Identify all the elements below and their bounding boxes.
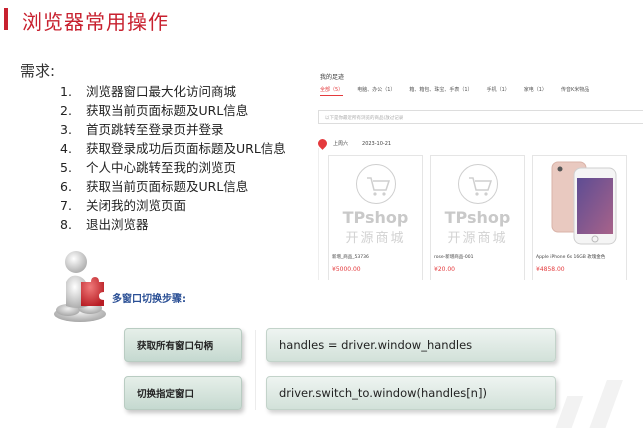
- product-card[interactable]: TPshop 开源商城 rose-新增商品-001 ¥20.00: [430, 155, 525, 280]
- product-price: ¥4858.00: [536, 266, 565, 273]
- tab-appliances[interactable]: 家电（1）: [524, 86, 547, 96]
- history-date-row: 上周六 2023-10-21: [316, 137, 392, 150]
- product-name[interactable]: 新增_商品_53736: [332, 254, 369, 260]
- shopping-cart-icon: [457, 164, 498, 204]
- product-image-placeholder: TPshop 开源商城: [431, 156, 524, 252]
- product-name[interactable]: rose-新增商品-001: [434, 254, 473, 260]
- list-item: 2. 获取当前页面标题及URL信息: [60, 103, 249, 118]
- list-item: 6. 获取当前页面标题及URL信息: [60, 179, 249, 194]
- tpshop-watermark-sub: 开源商城: [447, 231, 508, 246]
- list-item: 1. 浏览器窗口最大化访问商城: [60, 84, 237, 99]
- product-card[interactable]: Apple iPhone 6s 16GB 玫瑰金色 ¥4858.00: [532, 155, 627, 280]
- person-puzzle-illustration: [54, 251, 106, 322]
- shopping-cart-icon: [355, 164, 396, 204]
- tab-computer-office[interactable]: 电脑、办公（1）: [357, 86, 395, 96]
- list-item: 8. 退出浏览器: [60, 217, 149, 232]
- tpshop-watermark: TPshop: [342, 208, 409, 227]
- history-date: 2023-10-21: [362, 140, 392, 147]
- list-item: 4. 获取登录成功后页面标题及URL信息: [60, 141, 286, 156]
- page-title: 浏览器常用操作: [22, 10, 169, 34]
- iphone-image: [551, 161, 616, 245]
- requirements-label: 需求:: [20, 62, 56, 80]
- tpshop-watermark-sub: 开源商城: [345, 231, 406, 246]
- code-get-window-handles: handles = driver.window_handles: [266, 328, 556, 362]
- tab-bags-jewelry[interactable]: 箱、箱包、珠宝、手表（1）: [409, 86, 472, 96]
- product-name[interactable]: Apple iPhone 6s 16GB 玫瑰金色: [536, 254, 605, 260]
- history-search-input[interactable]: 以下是你最近所有浏览的商品(放过记录: [318, 110, 643, 124]
- decorative-stripe: [552, 396, 584, 428]
- history-day: 上周六: [333, 141, 349, 147]
- product-price: ¥20.00: [434, 266, 455, 273]
- title-accent-bar: [4, 8, 8, 30]
- list-item: 7. 关闭我的浏览页面: [60, 198, 187, 213]
- product-image-iphone: [533, 156, 626, 252]
- tab-phones[interactable]: 手机（1）: [487, 86, 510, 96]
- steps-title: 多窗口切换步骤:: [112, 294, 186, 305]
- tab-other[interactable]: 传音K米物品: [561, 86, 589, 96]
- list-item: 3. 首页跳转至登录页并登录: [60, 122, 224, 137]
- shop-category-tabs: 全部（5） 电脑、办公（1） 箱、箱包、珠宝、手表（1） 手机（1） 家电（1）…: [320, 86, 643, 96]
- shop-history-screenshot: 我的足迹 全部（5） 电脑、办公（1） 箱、箱包、珠宝、手表（1） 手机（1） …: [314, 66, 643, 280]
- step-get-window-handles: 获取所有窗口句柄: [124, 328, 242, 362]
- product-image-placeholder: TPshop 开源商城: [329, 156, 422, 252]
- code-switch-window: driver.switch_to.window(handles[n]): [266, 376, 556, 410]
- step-switch-window: 切换指定窗口: [124, 376, 242, 410]
- tpshop-watermark: TPshop: [444, 208, 511, 227]
- product-card[interactable]: TPshop 开源商城 新增_商品_53736 ¥5000.00: [328, 155, 423, 280]
- list-item: 5. 个人中心跳转至我的浏览页: [60, 160, 237, 175]
- requirements-list: 1. 浏览器窗口最大化访问商城 2. 获取当前页面标题及URL信息 3. 首页跳转至登…: [60, 82, 286, 234]
- divider-line: [255, 330, 256, 410]
- shop-title: 我的足迹: [320, 74, 345, 81]
- timeline-divider: [318, 148, 319, 280]
- product-price: ¥5000.00: [332, 266, 361, 273]
- decorative-stripe: [585, 380, 623, 428]
- tab-all[interactable]: 全部（5）: [320, 86, 344, 96]
- product-list: TPshop 开源商城 新增_商品_53736 ¥5000.00 TPshop …: [328, 155, 634, 280]
